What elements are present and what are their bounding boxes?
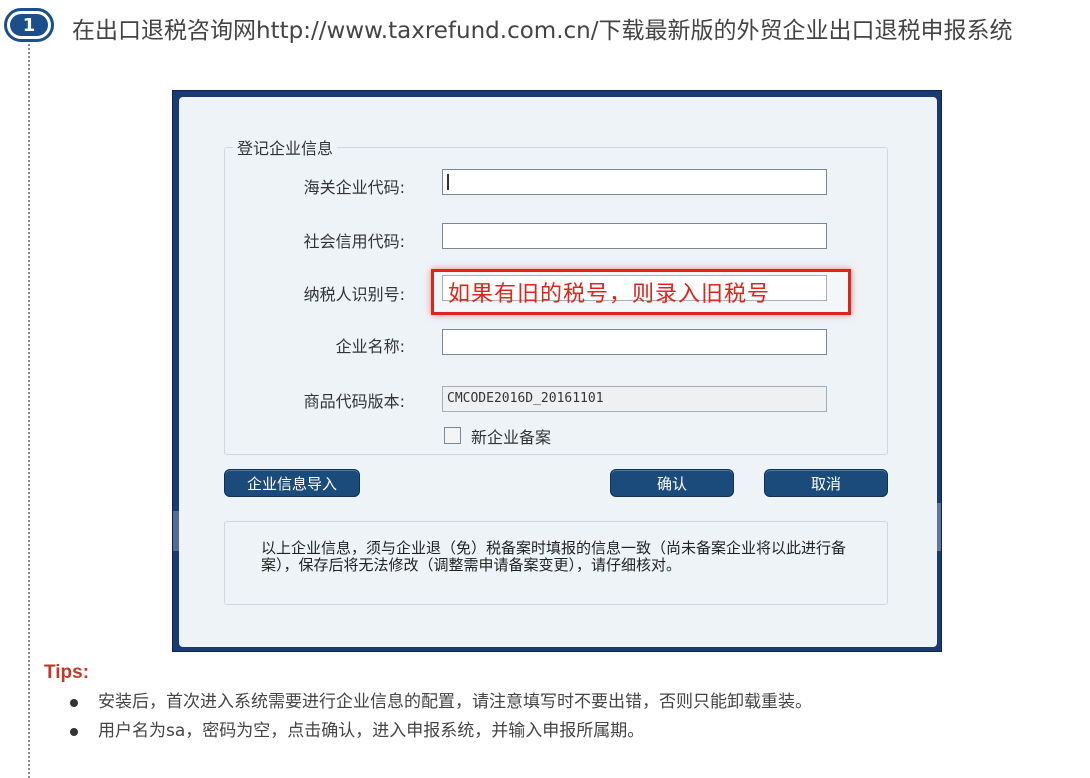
commodity-code-version-input: CMCODE2016D_20161101 [442, 386, 827, 412]
tip-text: 安装后，首次进入系统需要进行企业信息的配置，请注意填写时不要出错，否则只能卸载重… [98, 692, 812, 712]
list-item: 用户名为sa，密码为空，点击确认，进入申报系统，并输入申报所属期。 [70, 719, 1070, 744]
company-name-label: 企业名称: [335, 337, 405, 356]
import-enterprise-info-button[interactable]: 企业信息导入 [224, 469, 360, 497]
step-badge: 1 [4, 8, 54, 42]
new-enterprise-checkbox[interactable] [444, 427, 461, 444]
customs-code-label: 海关企业代码: [303, 178, 405, 197]
bullet-icon [70, 699, 78, 707]
credit-code-input[interactable] [442, 223, 827, 249]
confirm-button[interactable]: 确认 [610, 469, 734, 497]
step-number: 1 [10, 14, 48, 36]
commodity-code-version-label: 商品代码版本: [303, 392, 405, 411]
tips-title: Tips: [44, 662, 90, 683]
instruction-heading: 在出口退税咨询网http://www.taxrefund.com.cn/下载最新… [72, 18, 1013, 44]
new-enterprise-checkbox-label: 新企业备案 [471, 428, 552, 447]
tips-list: 安装后，首次进入系统需要进行企业信息的配置，请注意填写时不要出错，否则只能卸载重… [70, 690, 1070, 744]
credit-code-label: 社会信用代码: [303, 232, 405, 251]
list-item: 安装后，首次进入系统需要进行企业信息的配置，请注意填写时不要出错，否则只能卸载重… [70, 690, 1070, 715]
tip-text: 用户名为sa，密码为空，点击确认，进入申报系统，并输入申报所属期。 [98, 721, 645, 741]
annotation-text: 如果有旧的税号，则录入旧税号 [448, 282, 771, 307]
cancel-button[interactable]: 取消 [764, 469, 888, 497]
group-title: 登记企业信息 [233, 135, 338, 159]
software-screenshot: 登记企业信息 海关企业代码: 社会信用代码: 纳税人识别号: 如果有旧的税号，则… [172, 90, 942, 652]
enterprise-info-dialog: 登记企业信息 海关企业代码: 社会信用代码: 纳税人识别号: 如果有旧的税号，则… [179, 97, 937, 647]
company-name-input[interactable] [442, 329, 827, 355]
dotted-guide-line [28, 40, 30, 778]
notice-box: 以上企业信息，须与企业退（免）税备案时填报的信息一致（尚未备案企业将以此进行备案… [224, 521, 888, 605]
text-caret [447, 174, 449, 190]
taxpayer-id-label: 纳税人识别号: [303, 285, 405, 304]
bullet-icon [70, 728, 78, 736]
customs-code-input[interactable] [442, 169, 827, 195]
notice-text: 以上企业信息，须与企业退（免）税备案时填报的信息一致（尚未备案企业将以此进行备案… [261, 539, 847, 574]
annotation-highlight-box: 如果有旧的税号，则录入旧税号 [431, 269, 851, 315]
